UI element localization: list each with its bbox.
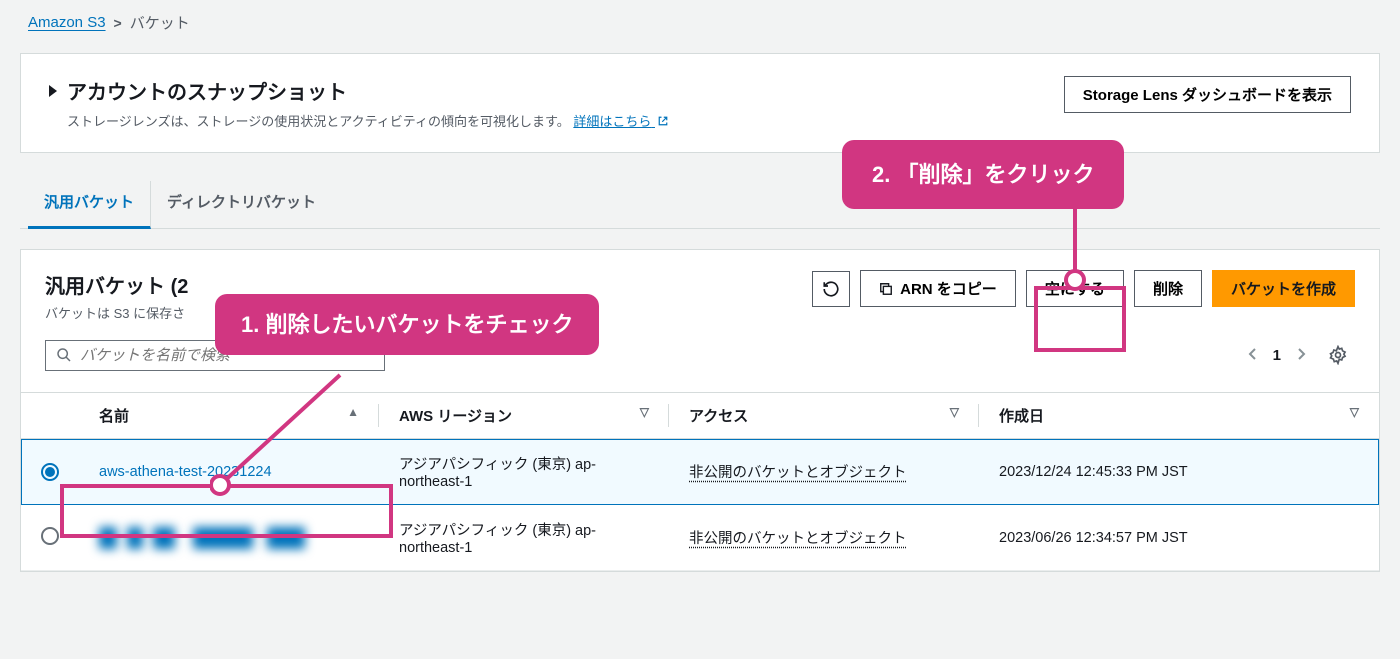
- storage-lens-dashboard-button[interactable]: Storage Lens ダッシュボードを表示: [1064, 76, 1351, 113]
- page-number: 1: [1273, 347, 1281, 364]
- table-row[interactable]: アジアパシフィック (東京) ap-northeast-1 非公開のバケットとオ…: [21, 505, 1379, 571]
- copy-icon: [879, 282, 893, 296]
- panel-subtitle: バケットは S3 に保存さ: [45, 303, 188, 322]
- cell-region: アジアパシフィック (東京) ap-northeast-1: [379, 439, 669, 505]
- snapshot-info: アカウントのスナップショット ストレージレンズは、ストレージの使用状況とアクティ…: [49, 76, 1064, 130]
- copy-arn-button[interactable]: ARN をコピー: [860, 270, 1016, 307]
- snapshot-description: ストレージレンズは、ストレージの使用状況とアクティビティの傾向を可視化します。 …: [49, 111, 1064, 130]
- sort-icon: ▽: [640, 405, 649, 419]
- sort-asc-icon: ▲: [347, 405, 359, 419]
- table-row[interactable]: aws-athena-test-20231224 アジアパシフィック (東京) …: [21, 439, 1379, 505]
- row-radio[interactable]: [41, 527, 59, 545]
- breadcrumb: Amazon S3 > バケット: [20, 0, 1380, 45]
- breadcrumb-root-link[interactable]: Amazon S3: [28, 14, 106, 31]
- panel-actions: ARN をコピー 空にする 削除 バケットを作成: [812, 270, 1355, 307]
- account-snapshot-panel: アカウントのスナップショット ストレージレンズは、ストレージの使用状況とアクティ…: [20, 53, 1380, 153]
- annotation-2: 2. 「削除」をクリック: [842, 140, 1124, 209]
- cell-region: アジアパシフィック (東京) ap-northeast-1: [379, 505, 669, 571]
- sort-icon: ▽: [950, 405, 959, 419]
- panel-title-group: 汎用バケット (2 バケットは S3 に保存さ: [45, 270, 188, 322]
- chevron-right-icon: [1295, 348, 1307, 360]
- breadcrumb-current: バケット: [130, 12, 190, 33]
- create-bucket-button[interactable]: バケットを作成: [1212, 270, 1355, 307]
- tab-general-buckets[interactable]: 汎用バケット: [28, 181, 151, 229]
- cell-created: 2023/12/24 12:45:33 PM JST: [979, 439, 1379, 505]
- row-radio[interactable]: [41, 463, 59, 481]
- delete-button[interactable]: 削除: [1134, 270, 1202, 307]
- cell-created: 2023/06/26 12:34:57 PM JST: [979, 505, 1379, 571]
- snapshot-title-row[interactable]: アカウントのスナップショット: [49, 76, 1064, 105]
- bucket-type-tabs: 汎用バケット ディレクトリバケット: [20, 181, 1380, 229]
- cell-access[interactable]: 非公開のバケットとオブジェクト: [689, 531, 907, 547]
- chevron-left-icon: [1247, 348, 1259, 360]
- next-page-button[interactable]: [1295, 347, 1307, 363]
- col-access[interactable]: アクセス ▽: [669, 393, 979, 439]
- settings-button[interactable]: [1321, 338, 1355, 372]
- expand-caret-icon: [49, 85, 57, 97]
- refresh-icon: [822, 280, 840, 298]
- bucket-name-redacted: [79, 505, 379, 571]
- snapshot-learn-more-link[interactable]: 詳細はこちら: [573, 114, 669, 129]
- external-link-icon: [657, 115, 669, 127]
- panel-title: 汎用バケット (2: [45, 270, 188, 299]
- tab-directory-buckets[interactable]: ディレクトリバケット: [151, 181, 332, 228]
- col-created[interactable]: 作成日 ▽: [979, 393, 1379, 439]
- buckets-table: 名前 ▲ AWS リージョン ▽ アクセス ▽ 作成日 ▽: [21, 392, 1379, 571]
- prev-page-button[interactable]: [1247, 347, 1259, 363]
- gear-icon: [1328, 345, 1348, 365]
- sort-icon: ▽: [1350, 405, 1359, 419]
- pager: 1: [1247, 338, 1355, 372]
- search-icon: [56, 347, 72, 363]
- breadcrumb-separator: >: [114, 15, 122, 31]
- col-name[interactable]: 名前 ▲: [79, 393, 379, 439]
- col-region[interactable]: AWS リージョン ▽: [379, 393, 669, 439]
- empty-button[interactable]: 空にする: [1026, 270, 1124, 307]
- refresh-button[interactable]: [812, 271, 850, 307]
- annotation-1: 1. 削除したいバケットをチェック: [215, 294, 599, 355]
- snapshot-title: アカウントのスナップショット: [67, 76, 347, 105]
- cell-access[interactable]: 非公開のバケットとオブジェクト: [689, 465, 907, 481]
- bucket-name-link[interactable]: aws-athena-test-20231224: [99, 464, 272, 480]
